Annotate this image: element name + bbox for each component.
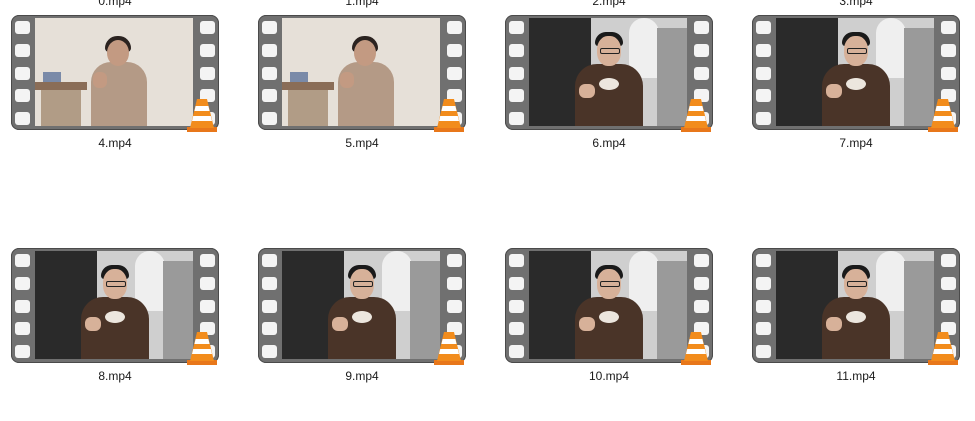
file-item[interactable]: 4.mp4 <box>11 15 219 165</box>
file-name-label[interactable]: 4.mp4 <box>11 136 219 150</box>
file-name-label[interactable]: 5.mp4 <box>258 136 466 150</box>
vlc-cone-icon <box>926 330 960 366</box>
vlc-cone-icon <box>185 97 219 133</box>
file-name-label[interactable]: 7.mp4 <box>752 136 960 150</box>
file-name-partial[interactable]: 0.mp4 <box>11 0 219 8</box>
file-name-label[interactable]: 11.mp4 <box>752 369 960 383</box>
video-frame-preview <box>35 18 193 126</box>
file-item[interactable]: 5.mp4 <box>258 15 466 165</box>
file-name-label[interactable]: 6.mp4 <box>505 136 713 150</box>
file-item[interactable]: 9.mp4 <box>258 248 466 398</box>
file-name-label[interactable]: 8.mp4 <box>11 369 219 383</box>
file-item[interactable]: 11.mp4 <box>752 248 960 398</box>
file-name-label[interactable]: 9.mp4 <box>258 369 466 383</box>
film-strip-icon <box>509 254 524 358</box>
vlc-cone-icon <box>185 330 219 366</box>
file-name-partial[interactable]: 3.mp4 <box>752 0 960 8</box>
vlc-cone-icon <box>432 330 466 366</box>
file-item[interactable]: 10.mp4 <box>505 248 713 398</box>
vlc-cone-icon <box>679 97 713 133</box>
file-item[interactable]: 6.mp4 <box>505 15 713 165</box>
video-frame-preview <box>776 18 934 126</box>
video-frame-preview <box>529 251 687 359</box>
film-strip-icon <box>756 254 771 358</box>
file-item[interactable]: 7.mp4 <box>752 15 960 165</box>
film-strip-icon <box>756 21 771 125</box>
video-frame-preview <box>35 251 193 359</box>
file-item[interactable]: 8.mp4 <box>11 248 219 398</box>
vlc-cone-icon <box>926 97 960 133</box>
film-strip-icon <box>262 254 277 358</box>
film-strip-icon <box>15 254 30 358</box>
film-strip-icon <box>262 21 277 125</box>
film-strip-icon <box>15 21 30 125</box>
video-frame-preview <box>529 18 687 126</box>
vlc-cone-icon <box>432 97 466 133</box>
file-explorer-pane: 0.mp4 1.mp4 2.mp4 3.mp4 4.mp4 5.mp4 6.mp4 7… <box>0 0 975 421</box>
video-frame-preview <box>776 251 934 359</box>
video-frame-preview <box>282 251 440 359</box>
file-name-partial[interactable]: 1.mp4 <box>258 0 466 8</box>
video-frame-preview <box>282 18 440 126</box>
file-name-label[interactable]: 10.mp4 <box>505 369 713 383</box>
vlc-cone-icon <box>679 330 713 366</box>
film-strip-icon <box>509 21 524 125</box>
file-name-partial[interactable]: 2.mp4 <box>505 0 713 8</box>
